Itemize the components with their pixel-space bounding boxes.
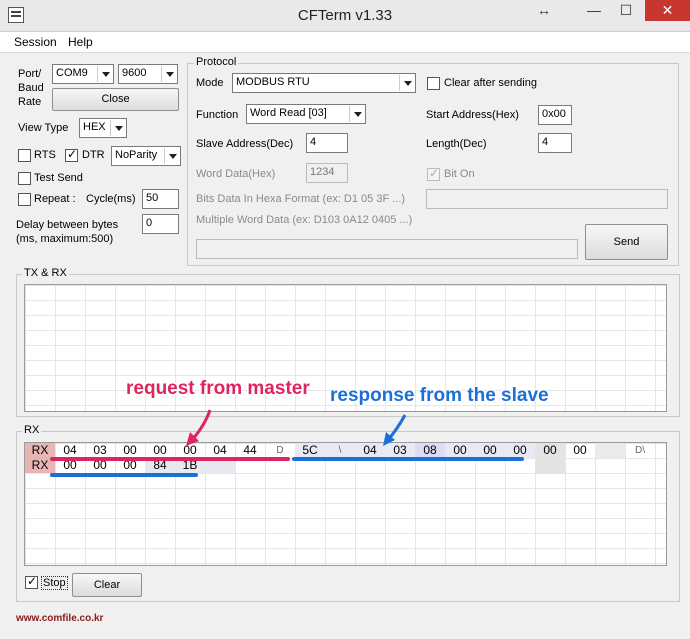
maximize-button[interactable]: ☐ (612, 0, 640, 22)
rx-byte-cell: 00 (453, 443, 467, 457)
rx-byte-cell: \ (338, 445, 342, 456)
test-send-checkbox[interactable] (18, 172, 31, 185)
chevron-down-icon (97, 66, 112, 82)
repeat-label: Repeat : (34, 193, 76, 205)
minimize-button[interactable]: — (580, 0, 608, 22)
annotation-request: request from master (126, 378, 310, 399)
view-type-label: View Type (18, 122, 69, 134)
rx-group-label: RX (22, 424, 42, 436)
port-value: COM9 (56, 67, 88, 79)
function-select[interactable]: Word Read [03] (246, 104, 366, 124)
rx-byte-cell: 04 (213, 443, 227, 457)
close-window-button[interactable]: ✕ (645, 0, 690, 21)
rx-byte-cell (595, 443, 625, 458)
request-underline-row2 (50, 473, 198, 477)
mode-value: MODBUS RTU (236, 76, 310, 88)
clear-after-sending-checkbox[interactable] (427, 77, 440, 90)
delay-input[interactable]: 0 (142, 214, 179, 234)
rx-byte-cell: 00 (543, 443, 557, 457)
bit-on-label: Bit On (444, 168, 475, 180)
start-address-label: Start Address(Hex) (426, 109, 519, 121)
rx-byte-cell: 08 (423, 443, 437, 457)
baud-value: 9600 (122, 67, 147, 79)
function-value: Word Read [03] (250, 107, 327, 119)
chevron-down-icon (164, 148, 179, 164)
rx-byte-cell: D (276, 445, 284, 456)
menu-bar (0, 32, 690, 53)
word-data-input[interactable]: 1234 (306, 163, 348, 183)
rx-byte-cell: 04 (63, 443, 77, 457)
rx-byte-cell: 03 (93, 443, 107, 457)
annotation-response: response from the slave (330, 385, 549, 406)
website-link[interactable]: www.comfile.co.kr (16, 613, 103, 624)
chevron-down-icon (161, 66, 176, 82)
chevron-down-icon (349, 106, 364, 122)
send-button[interactable]: Send (585, 224, 668, 260)
mode-label: Mode (196, 77, 224, 89)
stop-label: Stop (41, 576, 68, 590)
txrx-group-label: TX & RX (22, 267, 69, 279)
menu-help[interactable]: Help (68, 35, 93, 49)
close-port-button[interactable]: Close (52, 88, 179, 111)
chevron-down-icon (110, 120, 125, 136)
rx-byte-cell: 00 (153, 443, 167, 457)
rx-byte-cell: 04 (363, 443, 377, 457)
length-input[interactable]: 4 (538, 133, 572, 153)
move-icon[interactable]: ↔ (530, 0, 558, 22)
bit-on-checkbox[interactable] (427, 166, 440, 181)
rx-byte-cell: D\ (635, 445, 645, 456)
rts-checkbox[interactable] (18, 149, 31, 162)
parity-select[interactable]: NoParity (111, 146, 181, 166)
clear-button[interactable]: Clear (72, 573, 142, 597)
length-label: Length(Dec) (426, 138, 487, 150)
baud-select[interactable]: 9600 (118, 64, 178, 84)
stop-checkbox[interactable] (25, 574, 38, 589)
delay-label: Delay between bytes (ms, maximum:500) (16, 219, 119, 245)
repeat-checkbox[interactable] (18, 193, 31, 206)
rx-byte-cell: 00 (483, 443, 497, 457)
port-baud-label: Port/ Baud Rate (18, 68, 44, 108)
view-type-select[interactable]: HEX (79, 118, 127, 138)
function-label: Function (196, 109, 239, 121)
protocol-group-label: Protocol (194, 56, 239, 68)
slave-address-label: Slave Address(Dec) (196, 138, 294, 150)
multi-word-hint: Multiple Word Data (ex: D103 0A12 0405 .… (196, 214, 413, 226)
cycle-input[interactable]: 50 (142, 189, 179, 209)
rx-byte-cell: 03 (393, 443, 407, 457)
clear-after-sending-label: Clear after sending (444, 77, 537, 89)
bits-data-hint: Bits Data In Hexa Format (ex: D1 05 3F .… (196, 193, 406, 205)
rx-byte-cell: 00 (573, 443, 587, 457)
cycle-label: Cycle(ms) (86, 193, 136, 205)
rts-label: RTS (34, 149, 56, 161)
dtr-label: DTR (82, 149, 105, 161)
test-send-label: Test Send (34, 172, 83, 184)
dtr-checkbox[interactable] (65, 147, 78, 162)
view-type-value: HEX (83, 121, 106, 133)
port-select[interactable]: COM9 (52, 64, 114, 84)
rx-byte-cell: 5C (302, 443, 318, 457)
menu-session[interactable]: Session (14, 35, 57, 49)
parity-value: NoParity (115, 149, 158, 161)
mode-select[interactable]: MODBUS RTU (232, 73, 416, 93)
bits-data-input[interactable] (426, 189, 668, 209)
chevron-down-icon (399, 75, 414, 91)
response-underline (292, 457, 524, 461)
rx-row-tag: RX (31, 443, 49, 457)
rx-byte-cell: 44 (243, 443, 257, 457)
slave-address-input[interactable]: 4 (306, 133, 348, 153)
rx-byte-cell: 00 (513, 443, 527, 457)
request-underline (50, 457, 290, 461)
rx-byte-cell: 00 (183, 443, 197, 457)
word-data-label: Word Data(Hex) (196, 168, 276, 180)
rx-byte-cell: 00 (123, 443, 137, 457)
start-address-input[interactable]: 0x00 (538, 105, 572, 125)
multi-word-input[interactable] (196, 239, 578, 259)
